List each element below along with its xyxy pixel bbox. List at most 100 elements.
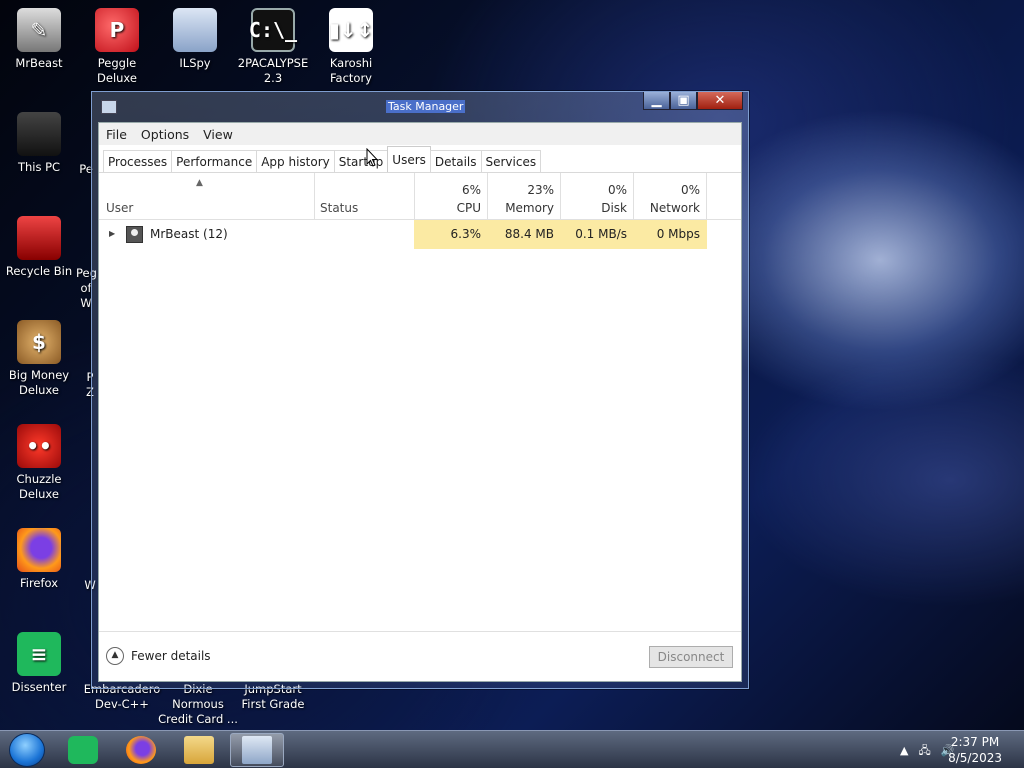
disconnect-button[interactable]: Disconnect — [649, 646, 733, 668]
desktop-icon-label: Karoshi Factory — [329, 56, 373, 85]
mrbeast-icon: ✎ — [17, 8, 61, 52]
task-manager-icon — [242, 736, 272, 764]
tab-details[interactable]: Details — [429, 150, 482, 172]
cpu-percent: 6% — [461, 183, 481, 197]
sort-caret-icon: ▲ — [196, 178, 203, 188]
desktop-icon-chuzzle-deluxe[interactable]: •• Chuzzle Deluxe — [0, 424, 78, 502]
tab-startup[interactable]: Startup — [333, 150, 389, 172]
user-avatar-icon — [126, 226, 143, 243]
chuzzle-icon: •• — [17, 424, 61, 468]
folder-icon — [184, 736, 214, 764]
network-cell: 0 Mbps — [656, 227, 700, 241]
cmd-icon: C:\_ — [249, 8, 297, 52]
network-percent: 0% — [680, 183, 700, 197]
column-header-user[interactable]: User — [106, 201, 133, 215]
caption-buttons: ▁ ▣ ✕ — [643, 92, 743, 110]
maximize-button[interactable]: ▣ — [670, 92, 697, 110]
recycle-bin-icon — [17, 216, 61, 260]
show-hidden-icons-icon[interactable]: ▲ — [900, 744, 918, 757]
karoshi-icon: ▮↓↕ — [329, 8, 373, 52]
cpu-cell: 6.3% — [450, 227, 482, 241]
footer-bar: ▲ Fewer details Disconnect — [99, 631, 741, 681]
desktop-icon-big-money-deluxe[interactable]: $ Big Money Deluxe — [0, 320, 78, 398]
ilspy-icon — [173, 8, 217, 52]
desktop-icon-label: Chuzzle Deluxe — [16, 472, 62, 501]
column-divider[interactable] — [487, 173, 488, 219]
tab-processes[interactable]: Processes — [103, 150, 173, 172]
desktop-icon-peggle-deluxe[interactable]: P Peggle Deluxe — [78, 8, 156, 86]
desktop-icon-label: This PC — [17, 160, 61, 174]
fewer-details-link[interactable]: Fewer details — [131, 649, 211, 663]
tab-users[interactable]: Users — [387, 146, 431, 172]
column-divider[interactable] — [706, 173, 707, 219]
column-header-status[interactable]: Status — [320, 201, 358, 215]
column-divider[interactable] — [314, 173, 315, 219]
taskbar: ▲🖧🔊 2:37 PM 8/5/2023 — [0, 730, 1024, 768]
column-header-disk[interactable]: Disk — [563, 201, 627, 215]
menu-options[interactable]: Options — [141, 127, 189, 142]
disk-percent: 0% — [607, 183, 627, 197]
task-manager-icon[interactable] — [101, 100, 117, 114]
desktop-icon-label: Big Money Deluxe — [8, 368, 70, 397]
desktop-icon-label: Firefox — [19, 576, 59, 590]
column-header-memory[interactable]: Memory — [490, 201, 554, 215]
disk-cell: 0.1 MB/s — [575, 227, 627, 241]
table-row[interactable]: ▶ MrBeast (12) 6.3% 88.4 MB 0.1 MB/s 0 M… — [99, 220, 741, 249]
close-button[interactable]: ✕ — [697, 92, 743, 110]
desktop-icon-label: MrBeast — [15, 56, 63, 70]
desktop-icon-karoshi-factory[interactable]: ▮↓↕ Karoshi Factory — [312, 8, 390, 86]
column-divider[interactable] — [633, 173, 634, 219]
task-manager-window[interactable]: Task Manager ▁ ▣ ✕ File Options View Pro… — [91, 91, 749, 689]
network-icon[interactable]: 🖧 — [918, 744, 940, 757]
column-headers: ▲ User Status 6% CPU 23% Memory 0% Disk … — [99, 173, 741, 220]
user-name-cell: MrBeast (12) — [150, 227, 228, 241]
memory-percent: 23% — [527, 183, 554, 197]
memory-cell: 88.4 MB — [504, 227, 554, 241]
chevron-up-icon[interactable]: ▲ — [106, 647, 124, 665]
tab-services[interactable]: Services — [480, 150, 542, 172]
tab-performance[interactable]: Performance — [171, 150, 258, 172]
dissenter-icon: ≡ — [17, 632, 61, 676]
column-header-cpu[interactable]: CPU — [417, 201, 481, 215]
desktop-icon-firefox[interactable]: Firefox — [0, 528, 78, 591]
menu-bar: File Options View — [99, 123, 741, 145]
desktop-icon-recycle-bin[interactable]: Recycle Bin — [0, 216, 78, 279]
taskbar-dissenter[interactable] — [56, 733, 110, 767]
menu-file[interactable]: File — [106, 127, 127, 142]
desktop-icon-this-pc[interactable]: This PC — [0, 112, 78, 175]
menu-view[interactable]: View — [203, 127, 233, 142]
dissenter-icon — [68, 736, 98, 764]
column-header-network[interactable]: Network — [636, 201, 700, 215]
firefox-icon — [126, 736, 156, 764]
desktop-icon-label: Recycle Bin — [5, 264, 73, 278]
desktop-icon-dissenter[interactable]: ≡ Dissenter — [0, 632, 78, 695]
tab-app-history[interactable]: App history — [256, 150, 335, 172]
column-divider[interactable] — [560, 173, 561, 219]
task-manager-client: File Options View Processes Performance … — [98, 122, 742, 682]
start-button[interactable] — [9, 733, 45, 767]
clock[interactable]: 2:37 PM 8/5/2023 — [948, 734, 1002, 766]
money-bag-icon: $ — [17, 320, 61, 364]
clock-date: 8/5/2023 — [948, 751, 1002, 765]
desktop-icon-mrbeast[interactable]: ✎ MrBeast — [0, 8, 78, 71]
clock-time: 2:37 PM — [950, 735, 1000, 749]
taskbar-task-manager[interactable] — [230, 733, 284, 767]
expand-arrow-icon[interactable]: ▶ — [109, 229, 115, 238]
desktop-icon-ilspy[interactable]: ILSpy — [156, 8, 234, 71]
desktop-icon-label: Peggle Deluxe — [97, 56, 137, 85]
peggle-icon: P — [95, 8, 139, 52]
system-tray: ▲🖧🔊 2:37 PM 8/5/2023 — [874, 731, 1024, 768]
column-divider[interactable] — [414, 173, 415, 219]
desktop-icon-label: 2PACALYPSE 2.3 — [237, 56, 309, 85]
taskbar-firefox[interactable] — [114, 733, 168, 767]
desktop-icon-label: Dissenter — [11, 680, 67, 694]
this-pc-icon — [17, 112, 61, 156]
minimize-button[interactable]: ▁ — [643, 92, 670, 110]
desktop-icon-label: ILSpy — [179, 56, 211, 70]
mouse-cursor-icon — [366, 148, 378, 167]
tab-strip: Processes Performance App history Startu… — [99, 145, 741, 173]
firefox-icon — [17, 528, 61, 572]
window-title: Task Manager — [386, 100, 466, 113]
desktop-icon-2pacalypse[interactable]: C:\_ 2PACALYPSE 2.3 — [234, 8, 312, 86]
taskbar-file-explorer[interactable] — [172, 733, 226, 767]
